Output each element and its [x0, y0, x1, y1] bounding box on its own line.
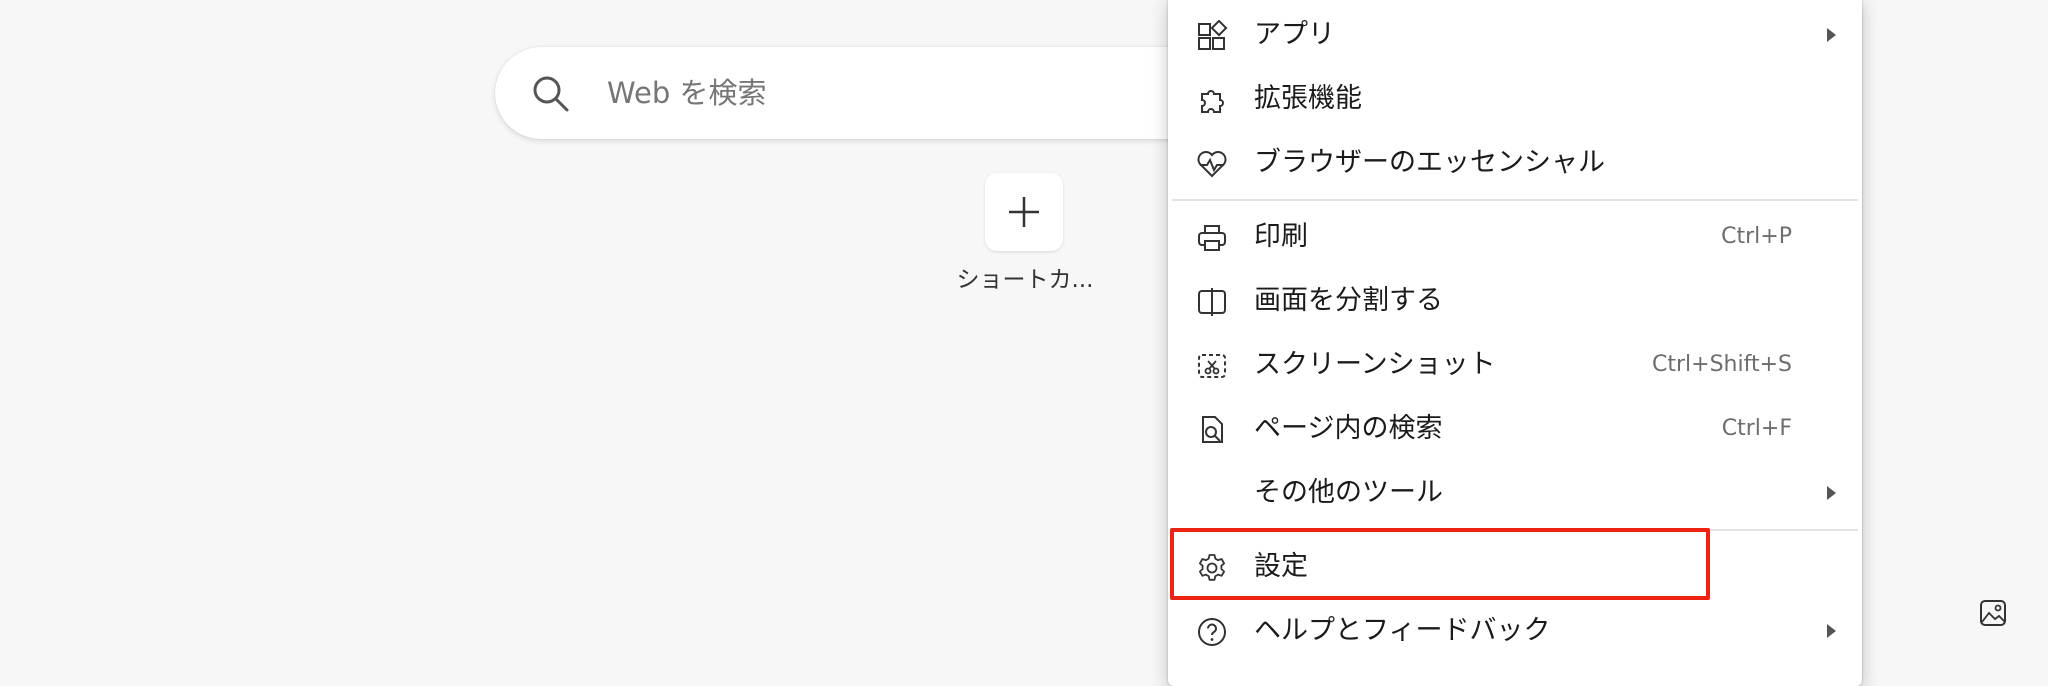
- menu-item-apps[interactable]: アプリ: [1168, 5, 1862, 65]
- menu-item-more-tools[interactable]: その他のツール: [1168, 463, 1862, 523]
- screenshot-icon: [1198, 354, 1226, 378]
- menu-item-label: アプリ: [1254, 19, 1335, 50]
- menu-item-label: ヘルプとフィードバック: [1254, 615, 1551, 646]
- submenu-arrow-icon: [1827, 486, 1836, 500]
- menu-item-screenshot[interactable]: スクリーンショット Ctrl+Shift+S: [1168, 335, 1862, 395]
- menu-item-essentials[interactable]: ブラウザーのエッセンシャル: [1168, 133, 1862, 193]
- web-search-box[interactable]: Web を検索: [495, 47, 1255, 139]
- plus-icon: [1009, 197, 1039, 227]
- menu-item-print[interactable]: 印刷 Ctrl+P: [1168, 207, 1862, 267]
- menu-item-shortcut: Ctrl+P: [1721, 224, 1792, 249]
- add-shortcut-button[interactable]: [985, 173, 1063, 251]
- menu-item-split-screen[interactable]: 画面を分割する: [1168, 271, 1862, 331]
- menu-item-find-in-page[interactable]: ページ内の検索 Ctrl+F: [1168, 399, 1862, 459]
- add-shortcut-label: ショートカ...: [956, 267, 1094, 293]
- printer-icon: [1198, 225, 1226, 251]
- submenu-arrow-icon: [1827, 624, 1836, 638]
- puzzle-icon: [1201, 90, 1224, 113]
- apps-icon: [1198, 20, 1228, 50]
- menu-item-shortcut: Ctrl+F: [1721, 416, 1792, 441]
- search-input-placeholder[interactable]: Web を検索: [607, 47, 766, 139]
- menu-item-extensions[interactable]: 拡張機能: [1168, 69, 1862, 129]
- menu-item-label: 画面を分割する: [1254, 285, 1443, 316]
- menu-item-label: ページ内の検索: [1254, 413, 1443, 444]
- split-screen-icon: [1198, 288, 1226, 316]
- menu-item-label: ブラウザーのエッセンシャル: [1254, 147, 1605, 178]
- menu-item-label: スクリーンショット: [1254, 349, 1496, 380]
- settings-highlight-box: [1170, 528, 1710, 600]
- menu-item-shortcut: Ctrl+Shift+S: [1652, 352, 1792, 377]
- find-in-page-icon: [1202, 416, 1223, 443]
- menu-item-label: 印刷: [1254, 221, 1308, 252]
- submenu-arrow-icon: [1827, 28, 1836, 42]
- menu-separator: [1172, 199, 1858, 201]
- search-icon: [533, 76, 569, 112]
- menu-item-label: 拡張機能: [1254, 83, 1362, 114]
- menu-item-label: その他のツール: [1254, 477, 1443, 508]
- menu-item-help-feedback[interactable]: ヘルプとフィードバック: [1168, 601, 1862, 661]
- background-image-icon[interactable]: [1978, 598, 2008, 628]
- help-icon: [1198, 618, 1226, 646]
- heart-pulse-icon: [1197, 151, 1227, 178]
